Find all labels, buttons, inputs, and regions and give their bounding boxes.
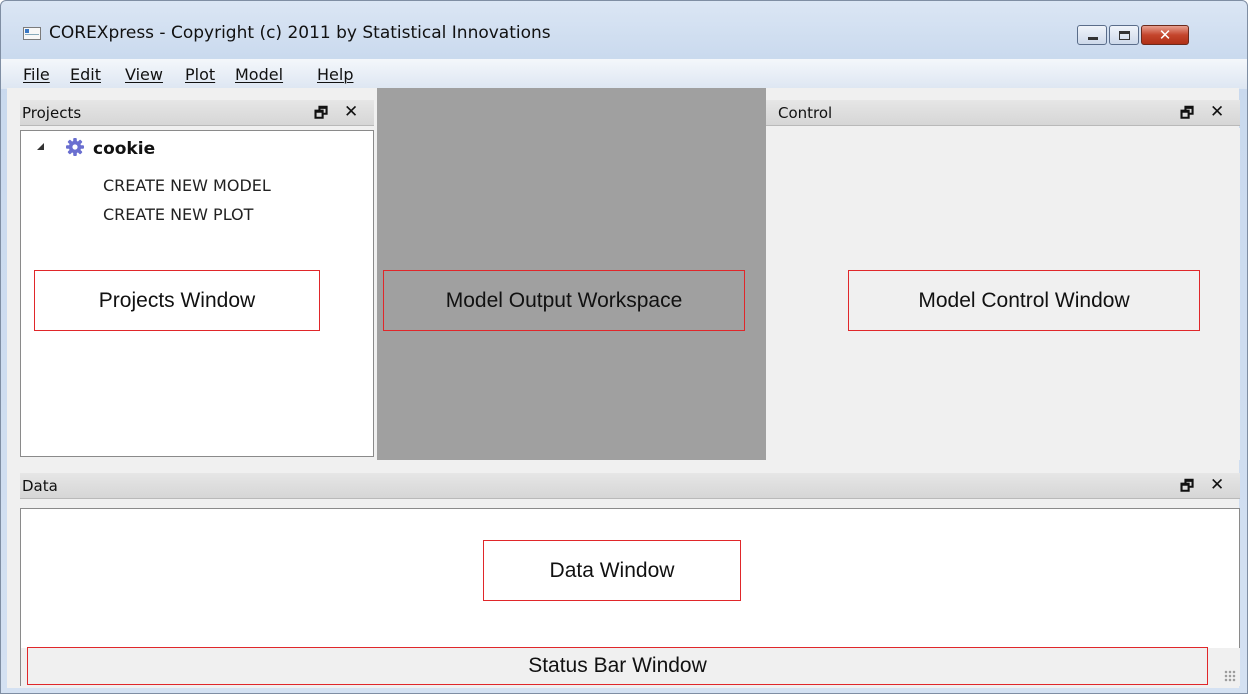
annotation-projects-window: Projects Window <box>34 270 320 331</box>
float-icon[interactable]: 🗗 <box>1180 103 1194 128</box>
menu-model[interactable]: Model <box>235 65 283 84</box>
menu-plot[interactable]: Plot <box>185 65 215 84</box>
tree-item-create-plot[interactable]: CREATE NEW PLOT <box>103 205 253 224</box>
projects-panel-header[interactable]: Projects 🗗 ✕ <box>20 100 374 126</box>
data-panel-header[interactable]: Data 🗗 ✕ <box>20 473 1240 499</box>
gear-icon <box>66 138 84 156</box>
tree-item-create-model[interactable]: CREATE NEW MODEL <box>103 176 271 195</box>
minimize-icon <box>1088 37 1098 40</box>
title-bar[interactable]: COREXpress - Copyright (c) 2011 by Stati… <box>1 1 1247 59</box>
close-icon[interactable]: ✕ <box>344 102 358 122</box>
menu-view[interactable]: View <box>125 65 163 84</box>
app-icon[interactable] <box>23 27 41 40</box>
menu-help[interactable]: Help <box>317 65 353 84</box>
maximize-button[interactable] <box>1109 25 1139 45</box>
expand-arrow-icon[interactable] <box>37 143 44 150</box>
resize-grip-icon[interactable] <box>1224 670 1236 682</box>
annotation-data-window: Data Window <box>483 540 741 601</box>
control-panel-header[interactable]: Control 🗗 ✕ <box>766 100 1240 126</box>
control-panel-title: Control <box>778 104 833 122</box>
annotation-status-bar-window: Status Bar Window <box>27 647 1208 685</box>
menu-file[interactable]: File <box>23 65 50 84</box>
projects-panel-title: Projects <box>22 104 82 122</box>
data-panel-title: Data <box>22 477 58 495</box>
window-title: COREXpress - Copyright (c) 2011 by Stati… <box>49 23 551 43</box>
menu-edit[interactable]: Edit <box>70 65 101 84</box>
float-icon[interactable]: 🗗 <box>314 103 328 128</box>
close-icon[interactable]: ✕ <box>1210 102 1224 122</box>
menu-bar: File Edit View Plot Model Help <box>1 59 1247 89</box>
tree-root-cookie[interactable]: cookie <box>93 139 155 159</box>
close-button[interactable]: ✕ <box>1141 25 1189 45</box>
close-icon: ✕ <box>1158 26 1172 44</box>
annotation-model-control-window: Model Control Window <box>848 270 1200 331</box>
maximize-icon <box>1119 31 1130 40</box>
float-icon[interactable]: 🗗 <box>1180 476 1194 501</box>
close-icon[interactable]: ✕ <box>1210 475 1224 495</box>
annotation-model-output-workspace: Model Output Workspace <box>383 270 745 331</box>
minimize-button[interactable] <box>1077 25 1107 45</box>
